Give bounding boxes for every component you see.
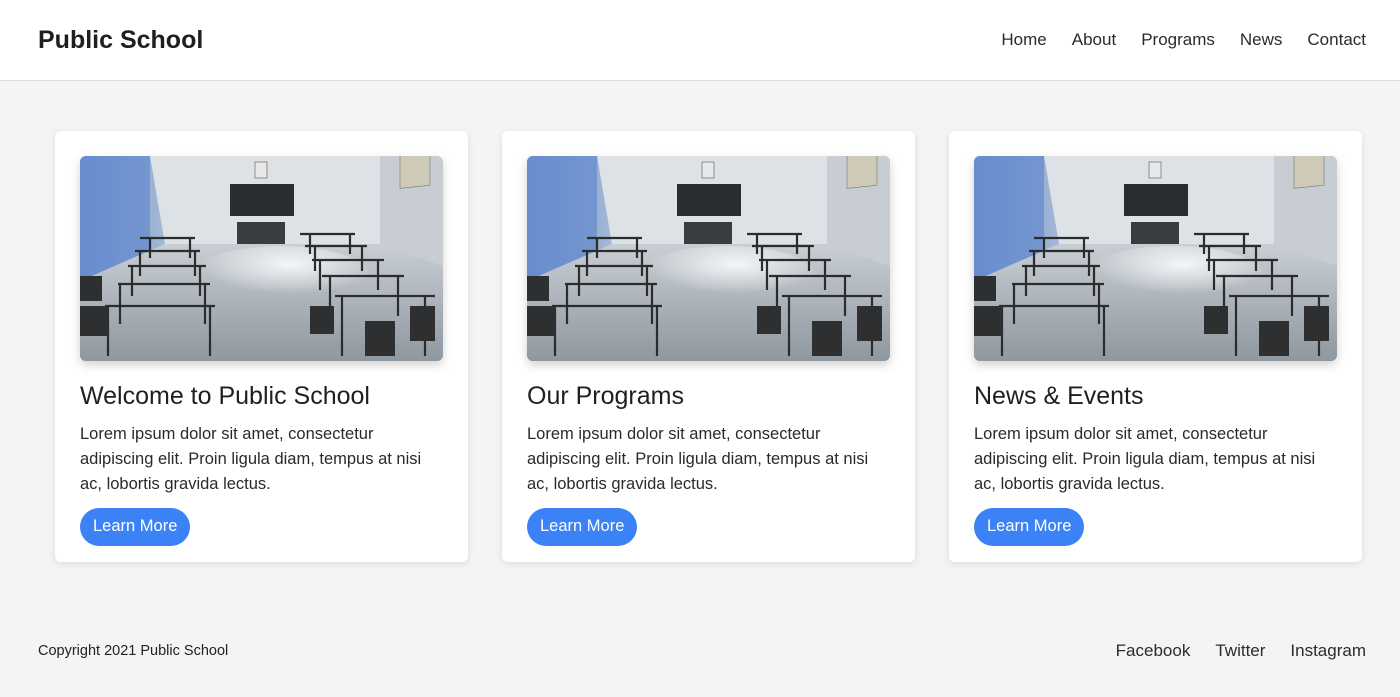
card-body: Lorem ipsum dolor sit amet, consectetur … <box>527 425 869 493</box>
learn-more-button[interactable]: Learn More <box>974 508 1085 546</box>
social-links: Facebook Twitter Instagram <box>1116 641 1366 661</box>
card-welcome: Welcome to Public School Lorem ipsum dol… <box>55 131 468 562</box>
learn-more-button[interactable]: Learn More <box>527 508 638 546</box>
site-header: Public School Home About Programs News C… <box>0 0 1400 81</box>
classroom-image <box>527 156 890 361</box>
site-brand[interactable]: Public School <box>38 26 203 55</box>
card-title: Welcome to Public School <box>80 382 370 410</box>
site-footer: Copyright 2021 Public School Facebook Tw… <box>0 620 1400 682</box>
card-news-events: News & Events Lorem ipsum dolor sit amet… <box>949 131 1362 562</box>
main-nav: Home About Programs News Contact <box>1001 30 1366 50</box>
card-grid: Welcome to Public School Lorem ipsum dol… <box>55 131 1362 562</box>
learn-more-button[interactable]: Learn More <box>80 508 191 546</box>
social-twitter[interactable]: Twitter <box>1215 641 1265 661</box>
social-instagram[interactable]: Instagram <box>1290 641 1366 661</box>
nav-programs[interactable]: Programs <box>1141 30 1215 50</box>
nav-about[interactable]: About <box>1072 30 1116 50</box>
nav-home[interactable]: Home <box>1001 30 1046 50</box>
social-facebook[interactable]: Facebook <box>1116 641 1191 661</box>
nav-news[interactable]: News <box>1240 30 1283 50</box>
card-title: Our Programs <box>527 382 684 410</box>
card-body: Lorem ipsum dolor sit amet, consectetur … <box>974 425 1316 493</box>
copyright-text: Copyright 2021 Public School <box>38 643 229 659</box>
card-title: News & Events <box>974 382 1144 410</box>
nav-contact[interactable]: Contact <box>1307 30 1366 50</box>
card-body: Lorem ipsum dolor sit amet, consectetur … <box>80 425 422 493</box>
classroom-image <box>974 156 1337 361</box>
classroom-image <box>80 156 443 361</box>
card-programs: Our Programs Lorem ipsum dolor sit amet,… <box>502 131 915 562</box>
